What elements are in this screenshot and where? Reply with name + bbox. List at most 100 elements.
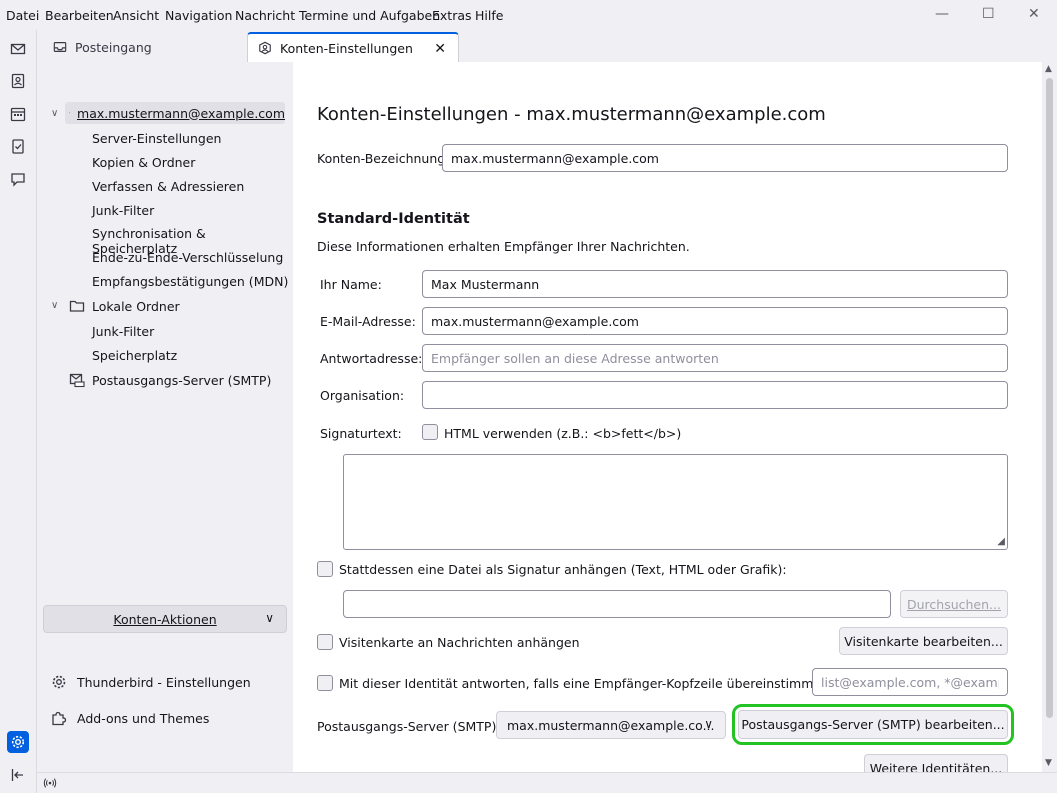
tab-inbox[interactable]: Posteingang	[43, 32, 243, 62]
identity-heading: Standard-Identität	[317, 211, 470, 227]
menu-extras[interactable]: Extras	[432, 8, 472, 23]
scroll-thumb[interactable]	[1046, 78, 1053, 718]
menu-ansicht[interactable]: Ansicht	[113, 8, 159, 23]
close-window-button[interactable]: ✕	[1028, 6, 1040, 22]
maximize-button[interactable]: ☐	[982, 6, 995, 22]
smtp-label: Postausgangs-Server (SMTP):	[317, 719, 501, 734]
menubar: Datei Bearbeiten Ansicht Navigation Nach…	[0, 0, 1057, 30]
chevron-down-icon: ∨	[265, 611, 274, 625]
outgoing-server-icon	[69, 373, 85, 388]
account-actions-label: Konten-Aktionen	[113, 611, 217, 627]
sidebar-account-label: max.mustermann@example.com	[77, 105, 285, 121]
sidebar-item-junk[interactable]: Junk-Filter	[92, 203, 154, 218]
browse-label: Durchsuchen...	[907, 596, 1001, 612]
account-name-label: Konten-Bezeichnung:	[317, 151, 450, 166]
tasks-icon[interactable]	[7, 135, 29, 157]
organization-field[interactable]	[422, 381, 1008, 409]
close-tab-icon[interactable]: ✕	[434, 41, 446, 57]
settings-gear-icon[interactable]	[7, 731, 29, 753]
signature-file-checkbox[interactable]	[317, 561, 333, 577]
sidebar-item-mdn[interactable]: Empfangsbestätigungen (MDN)	[92, 274, 288, 289]
tb-settings-label: Thunderbird - Einstellungen	[77, 674, 251, 690]
sidebar-item-server-settings[interactable]: Server-Einstellungen	[92, 131, 221, 146]
tab-settings-label: Konten-Einstellungen	[280, 40, 413, 56]
menu-bearbeiten[interactable]: Bearbeiten	[45, 8, 114, 23]
vcard-checkbox[interactable]	[317, 634, 333, 650]
addressbook-icon[interactable]	[7, 70, 29, 92]
chevron-down-icon: ∨	[704, 717, 713, 731]
reply-to-label: Antwortadresse:	[320, 351, 423, 366]
thunderbird-settings-link[interactable]: Thunderbird - Einstellungen	[51, 674, 251, 690]
email-label: E-Mail-Adresse:	[320, 314, 416, 329]
resize-grip-icon[interactable]: ◢	[997, 536, 1005, 547]
addons-label: Add-ons und Themes	[77, 710, 210, 726]
account-sidebar: ∨ max.mustermann@example.com Server-Eins…	[37, 62, 293, 772]
organization-label: Organisation:	[320, 388, 405, 403]
browse-button[interactable]: Durchsuchen...	[900, 590, 1008, 618]
more-identities-label: Weitere Identitäten...	[869, 760, 1003, 773]
edit-smtp-label: Postausgangs-Server (SMTP) bearbeiten...	[741, 717, 1005, 732]
sidebar-item-local-folders[interactable]: Lokale Ordner	[69, 295, 180, 317]
calendar-icon[interactable]	[7, 103, 29, 125]
gear-icon	[52, 675, 66, 689]
edit-vcard-label: Visitenkarte bearbeiten...	[844, 633, 1003, 649]
smtp-select[interactable]: max.mustermann@example.co... ∨	[496, 711, 726, 739]
menu-datei[interactable]: Datei	[6, 8, 39, 23]
scroll-up-icon[interactable]: ▲	[1045, 64, 1052, 74]
edit-smtp-button[interactable]: Postausgangs-Server (SMTP) bearbeiten...	[732, 704, 1014, 745]
activity-icon[interactable]	[43, 776, 57, 790]
chevron-down-icon[interactable]: ∨	[51, 108, 58, 119]
sidebar-item-local-storage[interactable]: Speicherplatz	[92, 348, 177, 363]
sidebar-local-label: Lokale Ordner	[92, 298, 180, 314]
tabbar: Posteingang Konten-Einstellungen ✕	[37, 30, 1057, 62]
content-scrollbar[interactable]: ▲ ▼	[1042, 62, 1057, 772]
identity-description: Diese Informationen erhalten Empfänger I…	[317, 239, 690, 254]
sidebar-item-account[interactable]: max.mustermann@example.com	[65, 102, 285, 124]
vcard-label: Visitenkarte an Nachrichten anhängen	[339, 635, 580, 650]
collapse-toolbar-icon[interactable]	[7, 764, 29, 786]
account-settings-pane: Konten-Einstellungen - max.mustermann@ex…	[293, 62, 1042, 772]
more-identities-button[interactable]: Weitere Identitäten...	[864, 754, 1008, 772]
page-title: Konten-Einstellungen - max.mustermann@ex…	[317, 104, 826, 125]
spaces-toolbar	[0, 30, 37, 793]
account-settings-icon	[259, 41, 271, 55]
edit-vcard-button[interactable]: Visitenkarte bearbeiten...	[839, 627, 1008, 655]
signature-label: Signaturtext:	[320, 426, 402, 441]
account-name-field[interactable]	[442, 144, 1008, 172]
menu-hilfe[interactable]: Hilfe	[475, 8, 503, 23]
signature-textarea[interactable]: ◢	[343, 454, 1008, 550]
minimize-button[interactable]: —	[935, 6, 949, 22]
chat-icon[interactable]	[7, 168, 29, 190]
match-identity-field[interactable]	[812, 668, 1008, 696]
addons-link[interactable]: Add-ons und Themes	[51, 710, 209, 726]
signature-file-label: Stattdessen eine Datei als Signatur anhä…	[339, 562, 787, 577]
menu-nachricht[interactable]: Nachricht	[235, 8, 295, 23]
name-field[interactable]	[422, 270, 1008, 298]
chevron-down-icon[interactable]: ∨	[51, 300, 58, 311]
sidebar-item-local-junk[interactable]: Junk-Filter	[92, 324, 154, 339]
html-signature-checkbox[interactable]	[422, 424, 438, 440]
match-identity-checkbox[interactable]	[317, 675, 333, 691]
status-bar	[37, 772, 1057, 793]
mail-account-icon	[69, 112, 70, 114]
sidebar-item-copies-folders[interactable]: Kopien & Ordner	[92, 155, 195, 170]
sidebar-item-e2e[interactable]: Ende-zu-Ende-Verschlüsselung	[92, 250, 283, 265]
sidebar-smtp-label: Postausgangs-Server (SMTP)	[92, 372, 272, 388]
sidebar-item-composition[interactable]: Verfassen & Adressieren	[92, 179, 244, 194]
name-label: Ihr Name:	[320, 277, 382, 292]
folder-icon	[69, 300, 85, 312]
account-actions-button[interactable]: Konten-Aktionen ∨	[43, 605, 287, 633]
match-identity-label: Mit dieser Identität antworten, falls ei…	[339, 676, 848, 691]
scroll-down-icon[interactable]: ▼	[1045, 758, 1052, 768]
menu-navigation[interactable]: Navigation	[165, 8, 232, 23]
html-signature-label: HTML verwenden (z.B.: <b>fett</b>)	[444, 426, 682, 441]
mail-icon[interactable]	[7, 38, 29, 60]
menu-termine[interactable]: Termine und Aufgaben	[299, 8, 440, 23]
puzzle-icon	[52, 711, 67, 726]
tab-account-settings[interactable]: Konten-Einstellungen ✕	[247, 32, 459, 62]
smtp-select-value: max.mustermann@example.co...	[507, 717, 715, 733]
email-field[interactable]	[422, 307, 1008, 335]
signature-file-field[interactable]	[343, 590, 891, 618]
reply-to-field[interactable]	[422, 344, 1008, 372]
sidebar-item-smtp[interactable]: Postausgangs-Server (SMTP)	[69, 369, 271, 391]
